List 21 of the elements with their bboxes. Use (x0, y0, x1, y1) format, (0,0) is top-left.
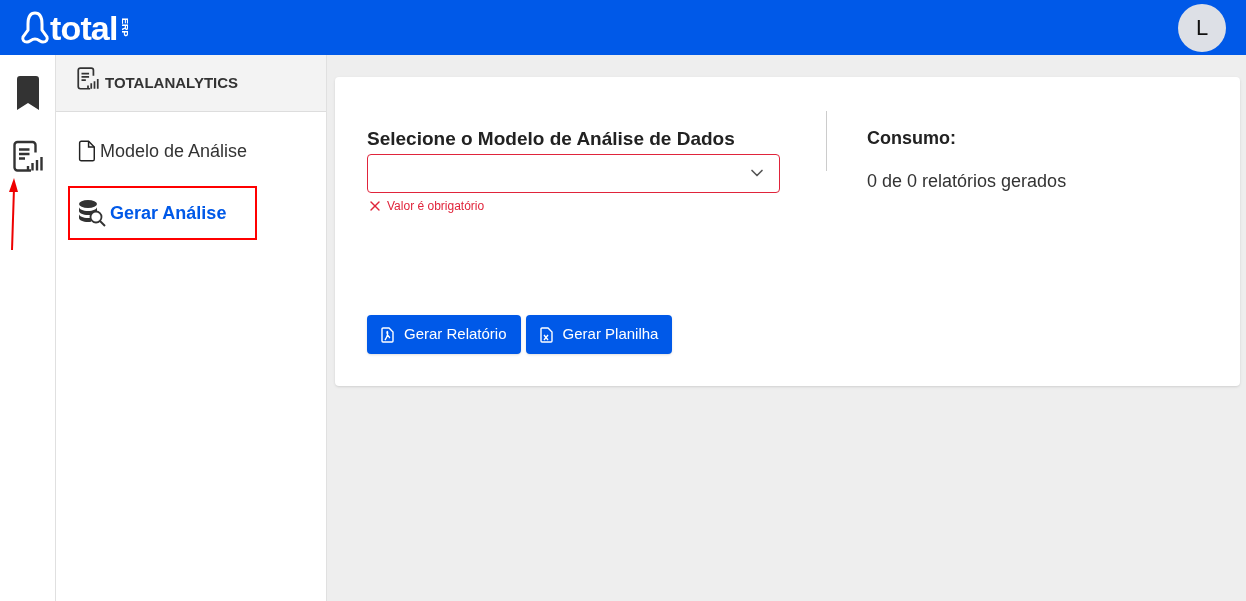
user-avatar[interactable]: L (1178, 3, 1226, 52)
sidebar-item[interactable]: Modelo de Análise (68, 124, 257, 178)
consumo-text: 0 de 0 relatórios gerados (867, 170, 1067, 193)
action-button[interactable]: Gerar Planilha (525, 315, 673, 354)
sidebar-title: TOTALANALYTICS (105, 72, 239, 93)
model-select[interactable] (367, 153, 780, 193)
action-button[interactable]: Gerar Relatório (367, 315, 521, 354)
consumo-title: Consumo: (867, 127, 957, 150)
logo-bell-icon (20, 10, 50, 45)
error-message: Valor é obrigatório (387, 197, 485, 215)
field-label: Selecione o Modelo de Análise de Dados (367, 127, 736, 151)
bookmark-icon (14, 76, 41, 110)
spreadsheet-file-icon (539, 326, 553, 343)
sidebar-item[interactable]: Gerar Análise (68, 186, 257, 240)
pdf-file-icon (381, 326, 394, 343)
report-chart-icon (75, 66, 101, 92)
logo-suffix: ERP (119, 18, 129, 37)
annotation-arrow (8, 178, 18, 250)
document-icon (78, 138, 96, 164)
database-search-icon (78, 199, 106, 227)
logo-text: total (50, 10, 118, 45)
